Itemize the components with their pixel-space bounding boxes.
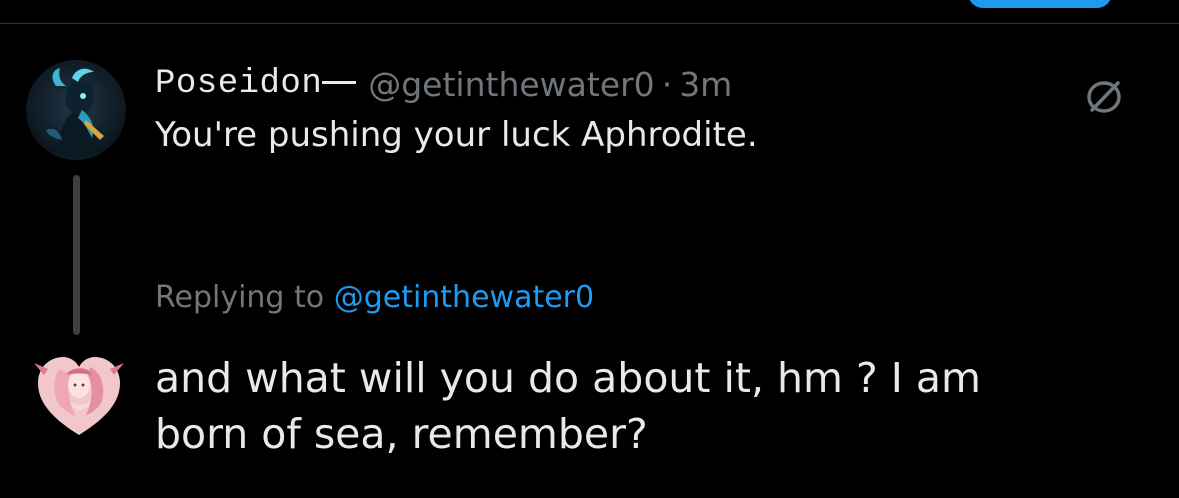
aphrodite-avatar[interactable] [30, 345, 128, 443]
reply-text-line-2: born of sea, remember? [155, 410, 648, 458]
display-name[interactable]: Poseidon [155, 65, 322, 103]
poseidon-avatar[interactable] [26, 60, 126, 160]
top-action-button[interactable] [968, 0, 1112, 8]
user-handle[interactable]: @getinthewater0 [368, 65, 654, 104]
reply-text-line-1: and what will you do about it, hm ? I am [155, 354, 981, 402]
reply-text-input[interactable]: and what will you do about it, hm ? I am… [155, 350, 1155, 462]
replying-to: Replying to @getinthewater0 [155, 280, 594, 315]
name-dash-decoration [322, 80, 357, 84]
replying-prefix: Replying to [155, 280, 325, 315]
separator-dot: · [661, 64, 673, 104]
top-bar [0, 0, 1179, 24]
tweet-text: You're pushing your luck Aphrodite. [155, 115, 758, 155]
tweet-timestamp[interactable]: 3m [679, 65, 732, 104]
grok-slash-icon[interactable] [1078, 78, 1132, 114]
tweet-header: Poseidon @getinthewater0 · 3m [155, 63, 732, 105]
thread-connector-line [73, 175, 80, 335]
replying-handle-link[interactable]: @getinthewater0 [334, 280, 594, 315]
